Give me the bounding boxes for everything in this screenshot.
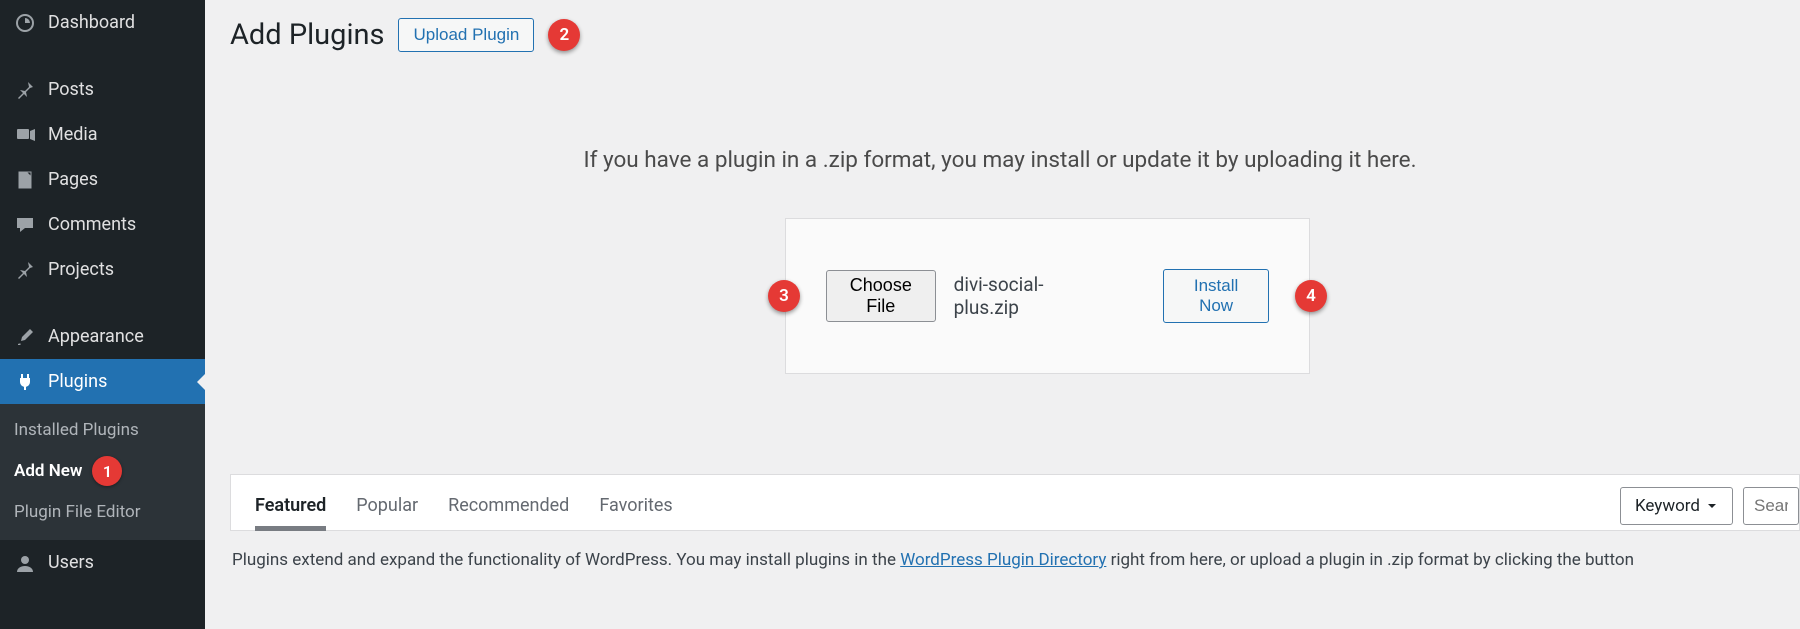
pin-icon — [12, 260, 38, 280]
chevron-down-icon — [1706, 500, 1718, 512]
sidebar-item-label: Posts — [48, 79, 94, 100]
browse-panel: Featured Popular Recommended Favorites K… — [230, 474, 1800, 531]
submenu-label: Plugin File Editor — [14, 502, 141, 522]
marker-2: 2 — [548, 19, 580, 51]
sidebar-item-label: Users — [48, 552, 94, 573]
sidebar-item-label: Pages — [48, 169, 98, 190]
submenu-add-new[interactable]: Add New 1 — [0, 448, 205, 494]
selected-file-name: divi-social-plus.zip — [954, 273, 1096, 319]
pin-icon — [12, 80, 38, 100]
sidebar-item-appearance[interactable]: Appearance — [0, 314, 205, 359]
install-now-button[interactable]: Install Now — [1163, 269, 1269, 323]
sidebar-item-label: Media — [48, 124, 98, 145]
brush-icon — [12, 327, 38, 347]
sidebar-item-label: Appearance — [48, 326, 144, 347]
sidebar-item-label: Comments — [48, 214, 136, 235]
footer-post: right from here, or upload a plugin in .… — [1106, 550, 1634, 570]
main-content: Add Plugins Upload Plugin 2 If you have … — [205, 0, 1800, 629]
search-type-select[interactable]: Keyword — [1620, 487, 1733, 525]
plugin-tabs: Featured Popular Recommended Favorites — [255, 495, 1775, 530]
marker-1: 1 — [92, 456, 122, 486]
choose-file-button[interactable]: Choose File — [826, 270, 936, 322]
comment-icon — [12, 215, 38, 235]
sidebar-item-media[interactable]: Media — [0, 112, 205, 157]
marker-4: 4 — [1295, 280, 1327, 312]
tab-featured[interactable]: Featured — [255, 495, 326, 530]
sidebar-item-users[interactable]: Users — [0, 540, 205, 585]
submenu-installed-plugins[interactable]: Installed Plugins — [0, 412, 205, 448]
upload-description: If you have a plugin in a .zip format, y… — [230, 147, 1770, 173]
footer-help-text: Plugins extend and expand the functional… — [232, 550, 1800, 570]
plugin-directory-link[interactable]: WordPress Plugin Directory — [900, 550, 1106, 570]
upload-box: 3 Choose File divi-social-plus.zip Insta… — [785, 218, 1310, 374]
marker-3: 3 — [768, 280, 800, 312]
plug-icon — [12, 372, 38, 392]
upload-plugin-button[interactable]: Upload Plugin — [398, 18, 534, 52]
sidebar-item-projects[interactable]: Projects — [0, 247, 205, 292]
plugin-search-input[interactable] — [1743, 487, 1799, 525]
footer-pre: Plugins extend and expand the functional… — [232, 550, 900, 570]
sidebar-item-label: Projects — [48, 259, 114, 280]
sidebar-item-dashboard[interactable]: Dashboard — [0, 0, 205, 45]
sidebar-item-plugins[interactable]: Plugins — [0, 359, 205, 404]
admin-sidebar: Dashboard Posts Media Pages Comments Pro… — [0, 0, 205, 629]
submenu-plugin-file-editor[interactable]: Plugin File Editor — [0, 494, 205, 530]
search-type-label: Keyword — [1635, 496, 1700, 516]
dashboard-icon — [12, 13, 38, 33]
sidebar-item-pages[interactable]: Pages — [0, 157, 205, 202]
sidebar-item-comments[interactable]: Comments — [0, 202, 205, 247]
tab-recommended[interactable]: Recommended — [448, 495, 569, 530]
plugins-submenu: Installed Plugins Add New 1 Plugin File … — [0, 404, 205, 540]
page-title: Add Plugins — [230, 18, 384, 52]
page-header: Add Plugins Upload Plugin 2 — [230, 18, 1800, 52]
sidebar-item-posts[interactable]: Posts — [0, 67, 205, 112]
submenu-label: Installed Plugins — [14, 420, 139, 440]
user-icon — [12, 553, 38, 573]
sidebar-item-label: Plugins — [48, 371, 107, 392]
media-icon — [12, 125, 38, 145]
submenu-label: Add New — [14, 461, 82, 481]
page-icon — [12, 170, 38, 190]
search-tools: Keyword — [1620, 487, 1799, 525]
sidebar-item-label: Dashboard — [48, 12, 135, 33]
tab-popular[interactable]: Popular — [356, 495, 418, 530]
tab-favorites[interactable]: Favorites — [599, 495, 672, 530]
